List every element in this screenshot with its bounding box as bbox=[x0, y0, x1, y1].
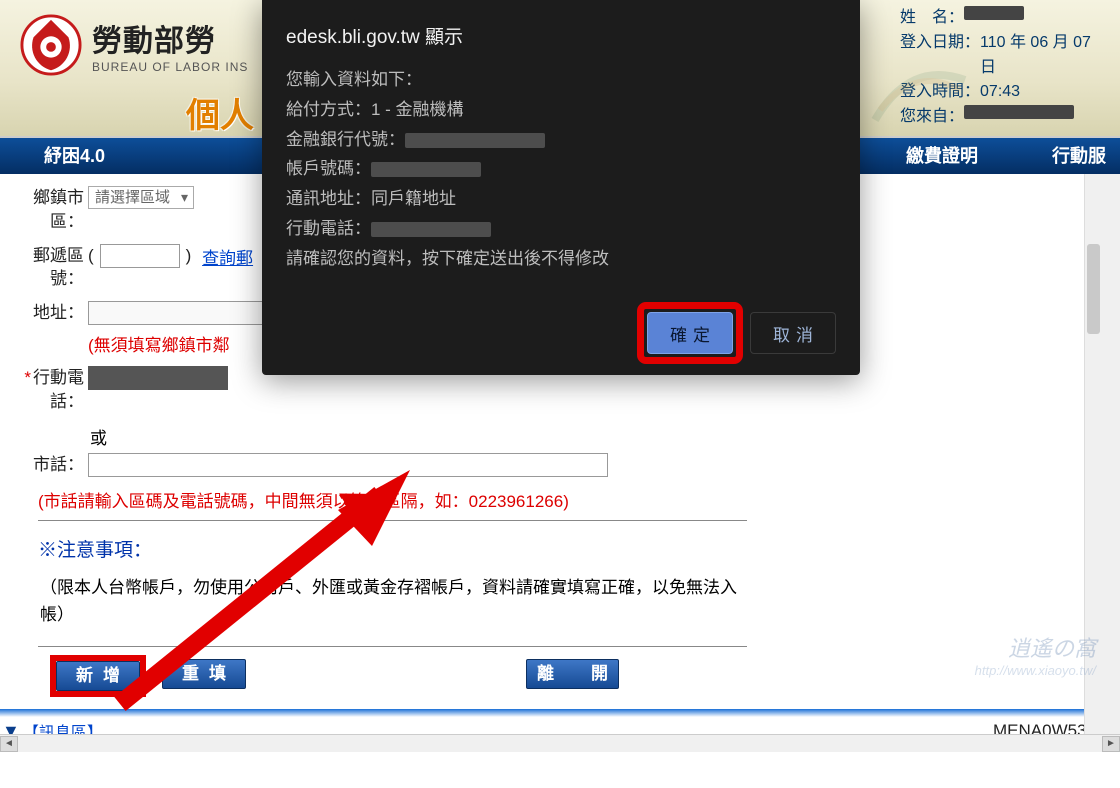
org-title-cn: 勞動部勞 bbox=[92, 16, 248, 60]
nav-item-relief[interactable]: 紓困4.0 bbox=[4, 138, 145, 174]
leave-button[interactable]: 離 開 bbox=[526, 659, 619, 689]
action-button-row: 新增 重填 離 開 bbox=[24, 651, 761, 701]
scroll-left-icon[interactable]: ◄ bbox=[0, 736, 18, 752]
separator-1 bbox=[38, 520, 747, 521]
bank-code-redacted bbox=[405, 133, 545, 148]
zip-input[interactable] bbox=[100, 244, 180, 268]
page-code: MENA0W530 bbox=[993, 721, 1096, 734]
township-label: 鄉鎮市區 bbox=[33, 188, 84, 231]
scroll-right-icon[interactable]: ► bbox=[1102, 736, 1120, 752]
dialog-line-acct: 帳戶號碼： bbox=[286, 154, 836, 184]
page-subtitle: 個人 bbox=[186, 88, 254, 137]
mobile-label: *行動電話 bbox=[24, 368, 84, 411]
mobile-input[interactable] bbox=[88, 366, 228, 390]
zip-label: 郵遞區號 bbox=[33, 246, 84, 289]
dialog-line-method: 給付方式：1 - 金融機構 bbox=[286, 95, 836, 125]
org-title-en: BUREAU OF LABOR INS bbox=[92, 60, 248, 74]
local-phone-label: 市話 bbox=[33, 455, 84, 474]
nav-item-proof[interactable]: 繳費證明 bbox=[866, 138, 1018, 174]
mobile-redacted bbox=[371, 222, 491, 237]
account-redacted bbox=[371, 162, 481, 177]
township-select[interactable]: 請選擇區域 bbox=[88, 186, 194, 209]
add-button[interactable]: 新增 bbox=[56, 661, 140, 691]
dialog-ok-button[interactable]: 確定 bbox=[647, 312, 733, 354]
nav-item-mobile[interactable]: 行動服 bbox=[1018, 138, 1116, 174]
dialog-line-intro: 您輸入資料如下： bbox=[286, 65, 836, 95]
login-time-value: 07:43 bbox=[980, 80, 1020, 105]
horizontal-scrollbar[interactable]: ◄ ► bbox=[0, 734, 1120, 752]
dialog-cancel-button[interactable]: 取消 bbox=[750, 312, 836, 354]
dialog-line-mobile: 行動電話： bbox=[286, 214, 836, 244]
separator-2 bbox=[38, 646, 747, 647]
message-area-label[interactable]: 【訊息區】 bbox=[23, 719, 103, 734]
triangle-down-icon[interactable]: ▼ bbox=[2, 721, 20, 734]
address-label: 地址 bbox=[33, 303, 84, 322]
local-phone-input[interactable] bbox=[88, 453, 608, 477]
dialog-title: edesk.bli.gov.tw 顯示 bbox=[286, 22, 836, 49]
reset-button[interactable]: 重填 bbox=[162, 659, 246, 689]
user-name-label: 姓 名： bbox=[900, 6, 964, 31]
user-name-value-redacted bbox=[964, 6, 1024, 20]
confirm-dialog: edesk.bli.gov.tw 顯示 您輸入資料如下： 給付方式：1 - 金融… bbox=[262, 0, 860, 375]
notice-body: （限本人台幣帳戶，勿使用公司戶、外匯或黃金存褶帳戶，資料請確實填寫正確，以免無法… bbox=[24, 570, 761, 642]
logo-group: 勞動部勞 BUREAU OF LABOR INS bbox=[20, 14, 248, 76]
login-date-value: 110 年 06 月 07 日 bbox=[980, 31, 1110, 81]
dialog-line-confirm: 請確認您的資料，按下確定送出後不得修改 bbox=[286, 244, 836, 274]
zip-lookup-link[interactable]: 查詢郵 bbox=[202, 244, 253, 269]
decorative-swirl-icon bbox=[870, 50, 970, 130]
highlight-box-add: 新增 bbox=[54, 659, 142, 693]
watermark: 逍遙の窩 http://www.xiaoyo.tw/ bbox=[975, 631, 1096, 678]
agency-logo-icon bbox=[20, 14, 82, 76]
address-hint: (無須填寫鄉鎮市鄰 bbox=[88, 331, 230, 356]
notice-title: ※注意事項： bbox=[38, 535, 761, 562]
or-divider: 或 bbox=[24, 424, 761, 449]
message-bar: ▼ 【訊息區】 MENA0W530 bbox=[0, 717, 1102, 734]
phone-format-hint: (市話請輸入區碼及電話號碼，中間無須以符號區隔，如：0223961266) bbox=[38, 487, 761, 512]
gradient-strip bbox=[0, 709, 1102, 717]
dialog-line-addr: 通訊地址：同戶籍地址 bbox=[286, 184, 836, 214]
dialog-line-bank: 金融銀行代號： bbox=[286, 125, 836, 155]
from-value-redacted bbox=[964, 105, 1074, 119]
highlight-box-ok: 確定 bbox=[644, 309, 736, 357]
